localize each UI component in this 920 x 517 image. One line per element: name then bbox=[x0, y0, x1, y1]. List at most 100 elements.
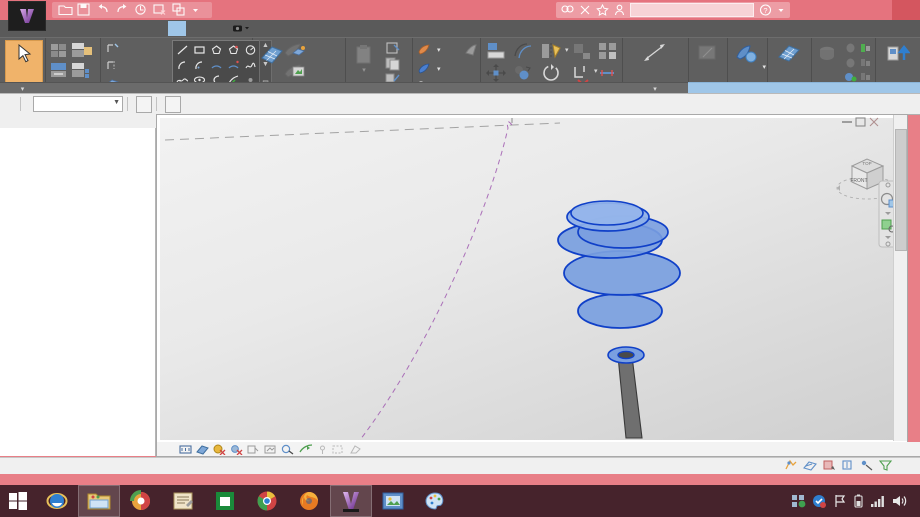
polygon-circumscribed-tool-icon[interactable] bbox=[225, 42, 242, 57]
tab-manage[interactable] bbox=[122, 21, 140, 36]
mirror-pick-axis-icon[interactable] bbox=[540, 42, 562, 60]
tab-modify-form[interactable] bbox=[168, 21, 186, 36]
move-icon[interactable] bbox=[486, 64, 506, 82]
pick-new-host-icon[interactable] bbox=[859, 56, 872, 69]
cut-geometry-button[interactable]: ▾ bbox=[417, 43, 441, 56]
crop-view-icon[interactable] bbox=[281, 444, 295, 455]
signin-person-icon[interactable] bbox=[614, 4, 625, 16]
type-properties-icon[interactable] bbox=[50, 42, 68, 59]
join-geometry-button[interactable]: ▾ bbox=[417, 62, 441, 75]
view-canvas[interactable]: TOP FRONT bbox=[160, 118, 898, 440]
scroll-up-icon[interactable] bbox=[894, 115, 907, 127]
windows-store-icon[interactable] bbox=[204, 485, 246, 517]
antivirus-icon[interactable] bbox=[812, 494, 827, 508]
work-plane-viewer-button[interactable] bbox=[292, 65, 309, 78]
create-form-dropdown-icon[interactable]: ▾ bbox=[762, 63, 766, 73]
help-button[interactable]: ? bbox=[759, 4, 772, 16]
draw-model-button[interactable] bbox=[106, 42, 122, 54]
tile-windows-icon[interactable] bbox=[172, 3, 187, 17]
properties-panel-icon[interactable] bbox=[71, 42, 93, 59]
rendering-dialog-icon[interactable] bbox=[264, 444, 277, 455]
shadows-off-icon[interactable] bbox=[247, 444, 260, 455]
picture-gallery-icon[interactable] bbox=[372, 485, 414, 517]
arc-three-point-tool-icon[interactable] bbox=[208, 57, 225, 72]
worksets-icon[interactable] bbox=[784, 459, 798, 471]
exclude-options-icon[interactable] bbox=[841, 459, 855, 471]
array-icon[interactable] bbox=[598, 42, 618, 60]
show-work-plane-button[interactable] bbox=[292, 45, 309, 58]
connect-icon[interactable] bbox=[579, 4, 591, 16]
polygon-inscribed-tool-icon[interactable] bbox=[208, 42, 225, 57]
filter-icon[interactable] bbox=[879, 459, 893, 471]
rotate-icon[interactable] bbox=[540, 64, 562, 82]
file-explorer-icon[interactable] bbox=[78, 485, 120, 517]
host-combo[interactable]: ▼ bbox=[33, 96, 123, 112]
flag-action-center-icon[interactable] bbox=[833, 494, 847, 508]
favorites-star-icon[interactable] bbox=[596, 4, 609, 16]
battery-icon[interactable] bbox=[853, 494, 864, 508]
customize-qat-dropdown-icon[interactable] bbox=[191, 3, 206, 17]
design-options-icon[interactable] bbox=[803, 459, 817, 471]
show-crop-region-icon[interactable] bbox=[299, 443, 313, 455]
camera-chip-icon[interactable] bbox=[232, 23, 252, 34]
trim-dropdown-icon[interactable]: ▾ bbox=[594, 67, 598, 75]
line-tool-icon[interactable] bbox=[174, 42, 191, 57]
select-dropdown-icon[interactable]: ▾ bbox=[21, 86, 25, 93]
align-icon[interactable] bbox=[486, 42, 506, 60]
dissolve-icon[interactable] bbox=[844, 56, 857, 69]
sun-path-off-icon[interactable] bbox=[230, 444, 243, 455]
close-inactive-icon[interactable] bbox=[153, 3, 168, 17]
start-windows-icon[interactable] bbox=[0, 485, 36, 517]
draw-reference-button[interactable] bbox=[106, 59, 122, 71]
add-profile-icon[interactable] bbox=[859, 41, 872, 54]
scrollbar-thumb[interactable] bbox=[895, 129, 907, 251]
mozilla-firefox-icon[interactable] bbox=[288, 485, 330, 517]
internet-explorer-icon[interactable] bbox=[36, 485, 78, 517]
add-edge-icon[interactable] bbox=[844, 41, 857, 54]
show-host-button[interactable] bbox=[136, 95, 152, 113]
maximize-button[interactable] bbox=[864, 0, 892, 20]
notes-app-icon[interactable] bbox=[162, 485, 204, 517]
redo-icon[interactable] bbox=[115, 3, 130, 17]
sync-icon[interactable] bbox=[134, 3, 149, 17]
search-input[interactable] bbox=[630, 3, 754, 17]
help-search-icon[interactable] bbox=[561, 4, 574, 16]
visual-style-icon[interactable] bbox=[213, 444, 226, 455]
arc-tangent-tool-icon[interactable] bbox=[191, 57, 208, 72]
open-icon[interactable] bbox=[58, 3, 73, 17]
close-button[interactable] bbox=[892, 0, 920, 20]
paste-dropdown-icon[interactable]: ▾ bbox=[362, 66, 366, 76]
aligned-dimension-button[interactable] bbox=[625, 40, 685, 63]
undo-icon[interactable] bbox=[96, 3, 111, 17]
drawing-viewport[interactable]: TOP FRONT bbox=[156, 114, 908, 444]
family-category-icon[interactable] bbox=[71, 62, 93, 79]
vasari-icon[interactable] bbox=[330, 485, 372, 517]
cut-dropdown-icon[interactable]: ▾ bbox=[437, 46, 441, 54]
copy-to-clipboard-icon[interactable] bbox=[385, 57, 401, 71]
offset-icon[interactable] bbox=[513, 42, 535, 60]
viewport-scrollbar[interactable] bbox=[893, 115, 907, 441]
minimize-button[interactable] bbox=[836, 0, 864, 20]
paste-button[interactable]: ▾ bbox=[348, 41, 380, 76]
chevron-down-icon[interactable]: ▼ bbox=[113, 99, 120, 106]
scale-icon[interactable] bbox=[598, 65, 618, 81]
divide-surface-button[interactable] bbox=[769, 41, 809, 64]
view-window-controls[interactable] bbox=[841, 117, 885, 127]
paint-icon[interactable] bbox=[414, 485, 456, 517]
analytical-model-icon[interactable] bbox=[349, 444, 362, 455]
google-chrome-icon[interactable] bbox=[246, 485, 288, 517]
create-form-button[interactable]: ▾ bbox=[729, 41, 766, 71]
cut-to-clipboard-icon[interactable] bbox=[385, 41, 401, 55]
application-menu-button[interactable] bbox=[8, 1, 46, 31]
copy-icon[interactable] bbox=[513, 64, 535, 82]
info-center-dropdown-icon[interactable] bbox=[777, 4, 785, 16]
photo-viewer-icon[interactable] bbox=[120, 485, 162, 517]
set-work-plane-button[interactable] bbox=[256, 41, 288, 66]
save-icon[interactable] bbox=[77, 3, 92, 17]
active-only-icon[interactable] bbox=[860, 459, 874, 471]
demolish-icon[interactable] bbox=[464, 43, 478, 56]
volume-icon[interactable] bbox=[891, 494, 907, 508]
dimension-dropdown-icon[interactable]: ▾ bbox=[653, 86, 657, 93]
join-dropdown-icon[interactable]: ▾ bbox=[437, 65, 441, 73]
scroll-down-icon[interactable] bbox=[894, 429, 907, 441]
